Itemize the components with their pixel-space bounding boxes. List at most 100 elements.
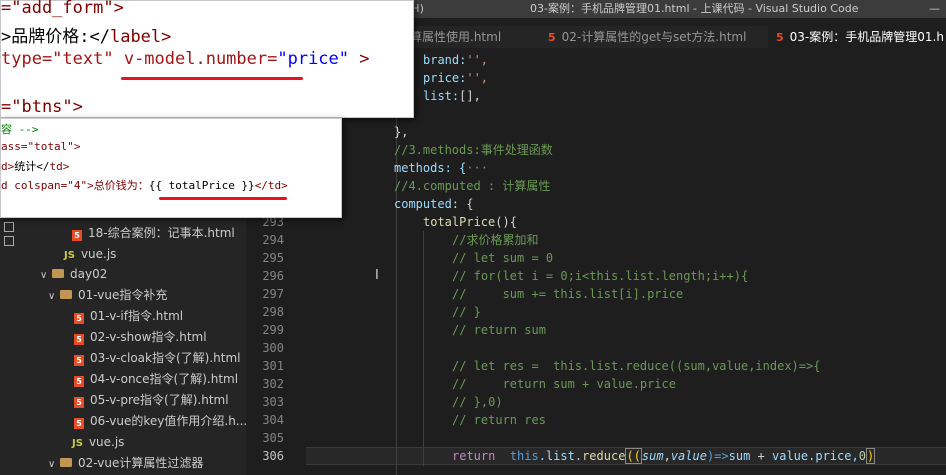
code-line[interactable]: price:'', xyxy=(423,69,488,87)
callout-line: type="text" v-model.number="price" > xyxy=(1,49,370,69)
code-token: type="text" xyxy=(1,49,124,69)
panel-square-icon xyxy=(4,236,14,246)
explorer-panel-edge-icons xyxy=(4,222,14,250)
code-line-current[interactable]: return this.list.reduce((sum,value)=>sum… xyxy=(452,447,876,465)
tree-file-v-show[interactable]: 5 02-v-show指令.html xyxy=(74,327,207,347)
line-number: 296 xyxy=(262,269,284,283)
callout-line: >品牌价格:</label> xyxy=(1,22,171,47)
code-comment[interactable]: //3.methods:事件处理函数 xyxy=(394,141,553,159)
html-file-icon: 5 xyxy=(72,230,82,241)
tree-file-v-if[interactable]: 5 01-v-if指令.html xyxy=(74,306,183,326)
code-line[interactable]: totalPrice(){ xyxy=(423,213,517,231)
code-token: + xyxy=(750,449,772,463)
code-token: this xyxy=(509,449,539,463)
html-file-icon: 5 xyxy=(776,31,784,44)
tree-label: vue.js xyxy=(88,435,125,449)
code-comment[interactable]: // return res xyxy=(452,411,546,429)
tree-label: 01-vue指令补充 xyxy=(78,288,168,302)
code-token: , xyxy=(663,449,671,463)
tree-file-notebook[interactable]: 5 18-综合案例：记事本.html xyxy=(72,223,235,243)
code-token: "price" xyxy=(277,49,350,69)
html-file-icon: 5 xyxy=(74,334,84,345)
code-token: return xyxy=(452,449,496,463)
code-token: reduce xyxy=(582,449,626,463)
html-file-icon: 5 xyxy=(548,31,556,44)
code-line[interactable]: methods: {··· xyxy=(394,159,488,177)
code-line[interactable]: computed: { xyxy=(394,195,473,213)
panel-square-icon xyxy=(4,222,14,232)
line-number: 294 xyxy=(262,233,284,247)
text-cursor-icon: I xyxy=(375,268,379,283)
code-token: v-model.number= xyxy=(123,49,278,69)
code-token: 统计</ xyxy=(14,160,50,173)
tree-label: 04-v-once指令(了解).html xyxy=(90,372,239,386)
minimize-button[interactable]: — xyxy=(929,0,940,18)
tree-file-vuejs-2[interactable]: JS vue.js xyxy=(72,432,124,452)
bracket-match: (( xyxy=(625,448,642,464)
tree-label: day02 xyxy=(70,267,108,281)
html-file-icon: 5 xyxy=(74,313,84,324)
code-line[interactable]: brand:'', xyxy=(423,51,488,69)
code-token: {{ totalPrice }} xyxy=(148,179,255,192)
callout-line: ="btns"> xyxy=(1,97,83,117)
red-underline xyxy=(121,77,303,80)
js-file-icon: JS xyxy=(72,438,83,449)
code-comment[interactable]: // sum += this.list[i].price xyxy=(452,285,683,303)
code-comment[interactable]: // let res = this.list.reduce((sum,value… xyxy=(452,357,820,375)
line-number: 298 xyxy=(262,305,284,319)
code-token: computed xyxy=(394,197,452,211)
tree-folder-vue-directives[interactable]: ∨ 01-vue指令补充 xyxy=(48,285,167,305)
code-comment[interactable]: // } xyxy=(452,303,481,321)
html-file-icon: 5 xyxy=(74,418,84,429)
code-comment[interactable]: // return sum xyxy=(452,321,546,339)
html-file-icon: 5 xyxy=(74,355,84,366)
tab-get-set[interactable]: 5 02-计算属性的get与set方法.html xyxy=(540,26,768,48)
callout-line: d colspan="4">总价钱为：{{ totalPrice }}</td> xyxy=(1,177,288,193)
bracket-match: ) xyxy=(865,448,876,464)
tree-folder-computed-filters[interactable]: ∨ 02-vue计算属性过滤器 xyxy=(48,453,203,473)
code-line[interactable]: list:[], xyxy=(423,87,481,105)
code-comment[interactable]: // for(let i = 0;i<this.list.length;i++)… xyxy=(452,267,748,285)
code-token: d colspan="4">总价钱为： xyxy=(1,179,149,192)
code-token: (){ xyxy=(495,215,517,229)
tab-label: 02-计算属性的get与set方法.html xyxy=(561,30,747,44)
tree-file-v-cloak[interactable]: 5 03-v-cloak指令(了解).html xyxy=(74,348,240,368)
tree-file-v-pre[interactable]: 5 05-v-pre指令(了解).html xyxy=(74,390,229,410)
code-comment[interactable]: //4.computed : 计算属性 xyxy=(394,177,550,195)
tree-label: 01-v-if指令.html xyxy=(90,309,184,323)
code-comment[interactable]: // },0) xyxy=(452,393,503,411)
line-number: 303 xyxy=(262,395,284,409)
tree-file-key[interactable]: 5 06-vue的key值作用介绍.h... xyxy=(74,411,247,431)
callout-line: ="add_form"> xyxy=(1,0,124,18)
code-token: > xyxy=(1,27,12,47)
chevron-down-icon: ∨ xyxy=(40,270,48,281)
code-token: value xyxy=(670,449,707,463)
tree-folder-day02[interactable]: ∨ day02 xyxy=(40,264,107,284)
line-number-current: 306 xyxy=(262,449,284,463)
code-token: methods: { xyxy=(394,161,467,175)
tab-computed-usage[interactable]: 算属性使用.html xyxy=(410,26,540,48)
line-number: 295 xyxy=(262,251,284,265)
line-number: 301 xyxy=(262,359,284,373)
code-line[interactable]: }, xyxy=(394,123,408,141)
code-token: .list. xyxy=(538,449,583,463)
tree-file-vuejs[interactable]: JS vue.js xyxy=(64,244,116,264)
chevron-down-icon: ∨ xyxy=(48,291,56,302)
folder-icon xyxy=(60,290,72,299)
code-comment[interactable]: //求价格累加和 xyxy=(452,231,538,249)
folded-ellipsis[interactable]: ··· xyxy=(466,161,488,175)
code-token: > xyxy=(349,49,370,69)
code-token: '', xyxy=(466,53,489,67)
editor-tabs: 算属性使用.html 5 02-计算属性的get与set方法.html 5 03-案… xyxy=(340,26,946,48)
code-token: totalPrice xyxy=(423,215,496,229)
code-comment[interactable]: // return sum + value.price xyxy=(452,375,676,393)
tree-label: vue.js xyxy=(80,247,117,261)
tree-file-v-once[interactable]: 5 04-v-once指令(了解).html xyxy=(74,369,238,389)
line-number: 297 xyxy=(262,287,284,301)
zoom-callout-total: 容 --> ass="total"> d>统计</td> d colspan="… xyxy=(0,118,342,218)
folder-icon xyxy=(60,458,72,467)
code-comment[interactable]: // let sum = 0 xyxy=(452,249,553,267)
zoom-callout-form: ="add_form"> >品牌价格:</label> type="text" … xyxy=(0,0,414,118)
tree-label: 06-vue的key值作用介绍.h... xyxy=(90,414,248,428)
tab-phone-brand[interactable]: 5 03-案例：手机品牌管理01.h xyxy=(768,26,946,48)
